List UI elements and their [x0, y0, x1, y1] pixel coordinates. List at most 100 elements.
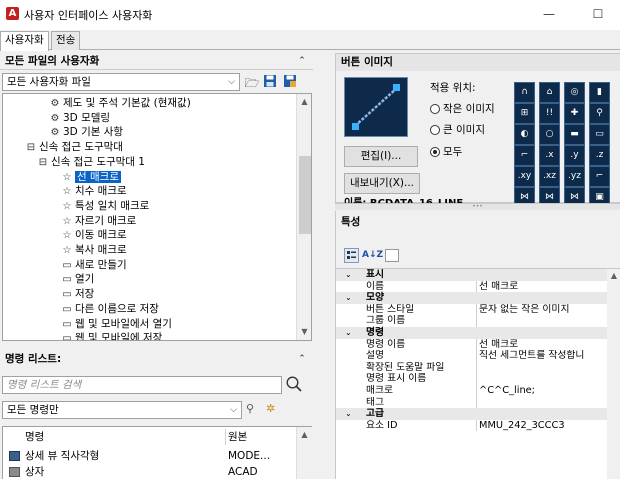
property-value[interactable]: 문자 없는 작은 이미지: [479, 304, 616, 316]
property-row[interactable]: 버튼 스타일 문자 없는 작은 이미지: [336, 303, 616, 316]
export-button[interactable]: 내보내기(X)...: [344, 173, 420, 194]
tree-item[interactable]: ☆ 선 매크로: [61, 170, 121, 184]
property-pages-icon[interactable]: [385, 249, 399, 262]
tree-item[interactable]: ☆ 특성 일치 매크로: [61, 200, 150, 213]
tree-item[interactable]: ☆ 치수 매크로: [61, 185, 127, 198]
files-combo[interactable]: 모든 사용자화 파일 ⌵: [2, 73, 240, 91]
save-icon[interactable]: [263, 74, 279, 90]
property-row[interactable]: 요소 ID MMU_242_3CCC3: [336, 419, 616, 432]
property-category[interactable]: ⌄ 명령: [336, 327, 616, 339]
button-image-thumbnail[interactable]: ◐: [514, 124, 535, 145]
tree-item[interactable]: ▭ 웹 및 모바일에서 열기: [61, 318, 172, 331]
scroll-up-icon[interactable]: ▲: [607, 271, 620, 280]
property-row[interactable]: 설명 직선 세그먼트를 작성합니: [336, 350, 616, 362]
scroll-up-icon[interactable]: ▲: [297, 430, 312, 439]
button-image-thumbnail[interactable]: .x: [539, 145, 560, 166]
save-as-icon[interactable]: [283, 74, 299, 90]
button-image-thumbnail[interactable]: ∩: [514, 82, 535, 103]
radio-small-image[interactable]: 작은 이미지: [430, 101, 495, 117]
property-row[interactable]: 태그: [336, 396, 616, 409]
property-value[interactable]: [479, 362, 616, 374]
property-category[interactable]: ⌄ 고급: [336, 408, 616, 420]
tree-item[interactable]: ▭ 열기: [61, 273, 94, 286]
command-row-name[interactable]: 상자: [25, 465, 44, 479]
tree-item[interactable]: ▭ 저장: [61, 288, 94, 301]
button-image-thumbnail[interactable]: ✚: [564, 103, 585, 124]
tree-item[interactable]: ☆ 복사 매크로: [61, 244, 127, 257]
property-value[interactable]: 직선 세그먼트를 작성합니: [479, 350, 616, 362]
command-filter-icon[interactable]: ⚲: [246, 402, 264, 418]
category-expand-icon[interactable]: ⌄: [345, 408, 352, 420]
command-filter-combo[interactable]: 모든 명령만 ⌵: [2, 401, 242, 419]
tree-item[interactable]: ⚙ 3D 모델링: [49, 112, 111, 125]
tree-item[interactable]: ▭ 웹 및 모바일에 저장: [61, 332, 162, 340]
button-image-thumbnail[interactable]: .yz: [564, 166, 585, 187]
open-file-icon[interactable]: 🗁: [244, 74, 260, 90]
property-value[interactable]: [479, 373, 616, 385]
property-category[interactable]: ⌄ 모양: [336, 292, 616, 304]
property-row[interactable]: 이름 선 매크로: [336, 280, 616, 293]
button-image-thumbnail[interactable]: .z: [589, 145, 610, 166]
radio-button-selected[interactable]: [430, 147, 440, 157]
property-row[interactable]: 매크로 ^C^C_line;: [336, 385, 616, 397]
command-col-header[interactable]: 명령: [25, 430, 44, 444]
category-expand-icon[interactable]: ⌄: [345, 269, 352, 281]
button-image-thumbnail[interactable]: ⚲: [589, 103, 610, 124]
tree-item[interactable]: ▭ 다른 이름으로 저장: [61, 303, 159, 316]
button-image-thumbnail[interactable]: .xz: [539, 166, 560, 187]
horizontal-splitter[interactable]: •••: [335, 203, 620, 210]
command-row-source[interactable]: MODE...: [228, 449, 270, 463]
new-command-icon[interactable]: ✲: [266, 402, 284, 418]
button-image-thumbnail[interactable]: .xy: [514, 166, 535, 187]
tree-item[interactable]: ☆ 자르기 매크로: [61, 215, 137, 228]
property-value[interactable]: MMU_242_3CCC3: [479, 420, 616, 432]
button-image-thumbnail[interactable]: .y: [564, 145, 585, 166]
command-list-collapse-icon[interactable]: ⌃: [295, 354, 309, 364]
button-image-thumbnail[interactable]: ⋈: [564, 187, 585, 204]
tab-customize[interactable]: 사용자화: [0, 31, 49, 51]
button-image-thumbnail[interactable]: ⊞: [514, 103, 535, 124]
button-image-thumbnail[interactable]: ⋈: [514, 187, 535, 204]
radio-large-image[interactable]: 큰 이미지: [430, 122, 485, 138]
property-category[interactable]: ⌄ 표시: [336, 269, 616, 281]
tree-scrollbar[interactable]: ▲ ▼: [296, 94, 311, 340]
maximize-button[interactable]: ☐: [576, 0, 620, 30]
button-image-thumbnail[interactable]: !!: [539, 103, 560, 124]
tree-item[interactable]: ⊟ 신속 접근 도구막대 1: [37, 156, 145, 169]
scroll-up-icon[interactable]: ▲: [297, 97, 311, 106]
tree-item[interactable]: ⚙ 제도 및 주석 기본값 (현재값): [49, 97, 191, 110]
button-image-thumbnail[interactable]: ▭: [589, 124, 610, 145]
vertical-splitter[interactable]: [317, 52, 333, 479]
command-search-input[interactable]: 명령 리스트 검색: [2, 376, 282, 394]
tree-item[interactable]: ▭ 새로 만들기: [61, 259, 126, 272]
radio-button[interactable]: [430, 125, 440, 135]
search-icon[interactable]: [285, 375, 305, 395]
source-col-header[interactable]: 원본: [228, 430, 247, 444]
sort-alpha-icon[interactable]: A↓Z: [362, 248, 383, 263]
property-value[interactable]: [479, 397, 616, 409]
button-image-thumbnail[interactable]: ◎: [564, 82, 585, 103]
property-value[interactable]: ^C^C_line;: [479, 385, 616, 397]
command-row-name[interactable]: 상세 뷰 직사각형: [25, 449, 99, 463]
radio-button[interactable]: [430, 104, 440, 114]
command-row-source[interactable]: ACAD: [228, 465, 258, 479]
property-row[interactable]: 명령 이름 선 매크로: [336, 338, 616, 351]
category-expand-icon[interactable]: ⌄: [345, 292, 352, 304]
property-row[interactable]: 명령 표시 이름: [336, 373, 616, 385]
button-image-thumbnail[interactable]: ⋈: [539, 187, 560, 204]
button-image-thumbnail[interactable]: ▣: [589, 187, 610, 204]
command-scrollbar[interactable]: ▲: [296, 427, 312, 479]
button-image-thumbnail[interactable]: ⌂: [539, 82, 560, 103]
tree-scrollbar-thumb[interactable]: [299, 156, 311, 234]
button-image-thumbnail[interactable]: ⌐: [589, 166, 610, 187]
button-image-thumbnail[interactable]: ⌐: [514, 145, 535, 166]
property-value[interactable]: 선 매크로: [479, 339, 616, 351]
button-image-thumbnail[interactable]: ▮: [589, 82, 610, 103]
edit-button[interactable]: 편집(I)...: [344, 146, 418, 167]
categorized-icon[interactable]: [344, 248, 359, 263]
tree-item[interactable]: ⊟ 신속 접근 도구막대: [25, 141, 123, 154]
tree-item[interactable]: ☆ 이동 매크로: [61, 229, 127, 242]
property-scrollbar[interactable]: ▲: [607, 269, 620, 479]
minimize-button[interactable]: —: [527, 0, 571, 30]
scroll-down-icon[interactable]: ▼: [297, 327, 311, 336]
